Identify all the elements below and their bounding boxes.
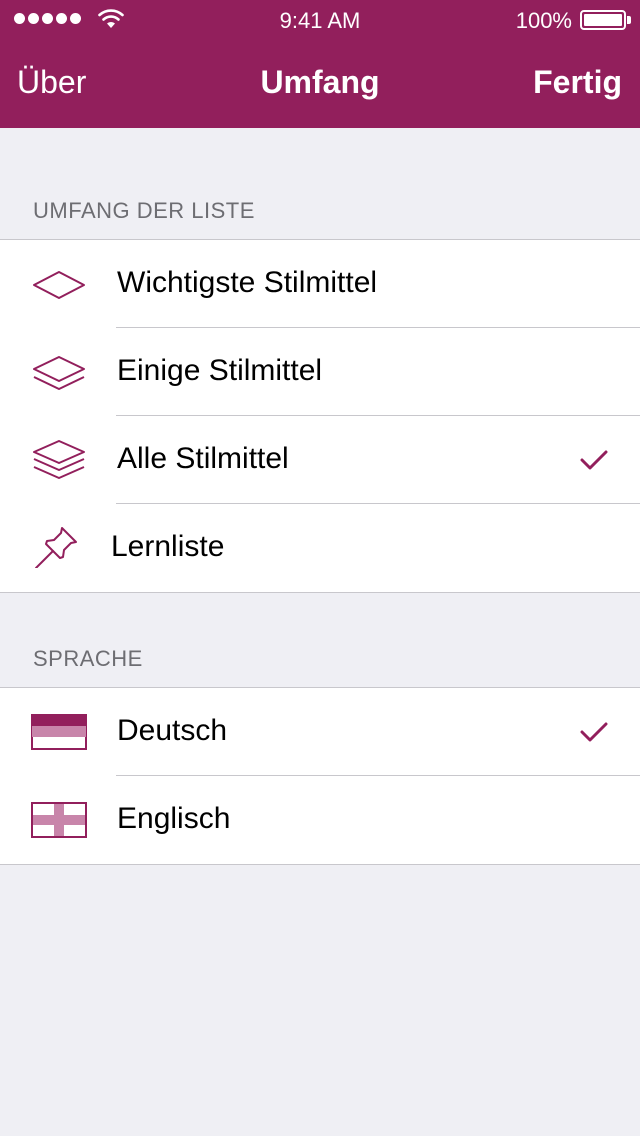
english-flag-icon [31, 802, 87, 838]
scope-list: Wichtigste Stilmittel Einige Stilmittel … [0, 239, 640, 593]
list-item-label: Wichtigste Stilmittel [117, 266, 378, 299]
single-layer-icon [33, 271, 85, 299]
section-header-scope: UMFANG DER LISTE [33, 198, 255, 223]
list-item-label: Alle Stilmittel [117, 442, 289, 475]
language-list: Deutsch Englisch [0, 687, 640, 865]
battery-nub [627, 16, 631, 24]
list-item-alle[interactable]: Alle Stilmittel [0, 416, 640, 504]
pin-icon [35, 527, 77, 568]
battery-percentage: 100% [515, 8, 572, 33]
list-item-label: Lernliste [111, 530, 225, 563]
list-item-label: Englisch [117, 802, 231, 835]
list-item-lernliste[interactable]: Lernliste [0, 504, 640, 592]
navigation-bar: 9:41 AM 100% Über Umfang Fertig [0, 0, 640, 128]
battery-icon [580, 10, 626, 30]
german-flag-icon [31, 714, 87, 750]
checkmark-icon [580, 722, 608, 742]
list-item-deutsch[interactable]: Deutsch [0, 688, 640, 776]
list-item-label: Einige Stilmittel [117, 354, 323, 387]
three-layers-icon [33, 440, 85, 479]
list-item-englisch[interactable]: Englisch [0, 776, 640, 864]
status-bar: 9:41 AM 100% [0, 0, 640, 40]
two-layers-icon [33, 356, 85, 390]
done-button[interactable]: Fertig [533, 64, 622, 101]
checkmark-icon [580, 450, 608, 470]
list-item-wichtigste[interactable]: Wichtigste Stilmittel [0, 240, 640, 328]
list-item-einige[interactable]: Einige Stilmittel [0, 328, 640, 416]
list-item-label: Deutsch [117, 714, 228, 747]
section-header-language: SPRACHE [33, 646, 143, 671]
